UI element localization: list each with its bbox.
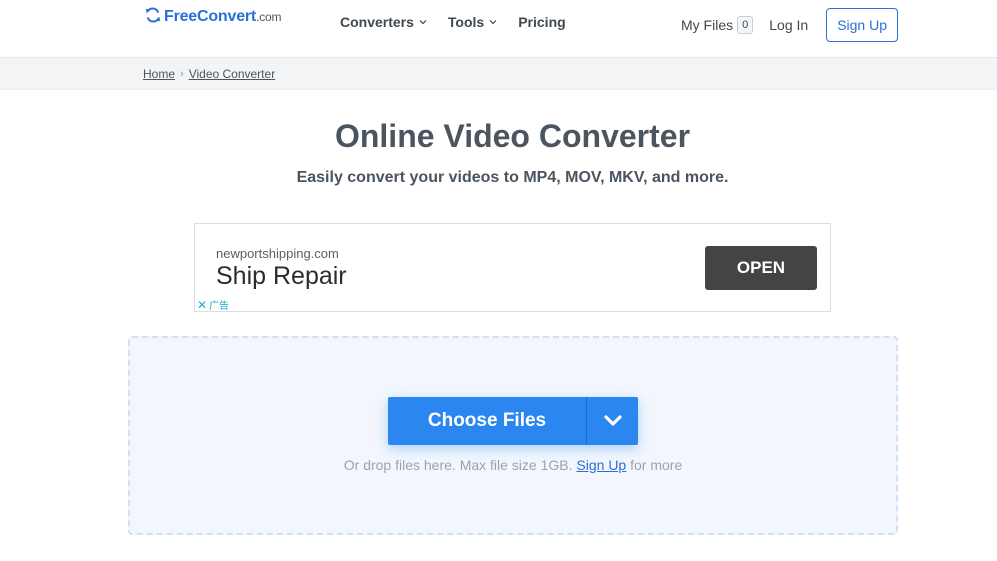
my-files-link[interactable]: My Files 0 [681,16,754,34]
nav-converters[interactable]: Converters [340,14,428,30]
drop-hint-suffix: for more [630,457,683,473]
nav-converters-label: Converters [340,14,414,30]
logo-brand: FreeConvert [164,8,257,25]
logo-text: FreeConvert.com [164,8,281,26]
file-dropzone[interactable]: Choose Files Or drop files here. Max fil… [128,336,898,535]
refresh-arrows-icon [144,6,162,29]
close-icon: ✕ [197,297,208,312]
page-subtitle: Easily convert your videos to MP4, MOV, … [296,169,729,186]
drop-hint-text: Or drop files here. Max file size 1GB. [343,457,573,473]
chevron-down-icon [419,20,427,25]
logo-suffix: .com [256,10,282,24]
freeconvert-logo[interactable]: FreeConvert.com [144,7,281,27]
top-header: FreeConvert.com Converters Tools Pricing… [0,0,997,58]
nav-tools[interactable]: Tools [448,14,498,30]
chevron-down-icon [489,20,497,25]
chevron-right-icon: › [180,68,184,80]
breadcrumb-bar: Home › Video Converter [0,58,997,90]
ad-headline: Ship Repair [216,262,347,290]
breadcrumb-home-link[interactable]: Home [143,67,175,81]
my-files-label: My Files [681,17,734,33]
signup-button[interactable]: Sign Up [826,8,898,42]
breadcrumb-current-link[interactable]: Video Converter [189,67,276,81]
nav-pricing[interactable]: Pricing [518,14,565,30]
ad-label: 广告 [209,301,230,312]
ad-open-button[interactable]: OPEN [705,246,817,290]
my-files-count-badge: 0 [737,16,754,34]
ad-domain: newportshipping.com [216,246,339,261]
drop-hint-signup-link[interactable]: Sign Up [576,457,626,473]
ad-close-button[interactable]: ✕ 广告 [197,297,230,313]
login-link[interactable]: Log In [769,17,808,33]
page-title: Online Video Converter [334,118,691,154]
nav-pricing-label: Pricing [518,14,566,30]
breadcrumb: Home › Video Converter [143,67,275,81]
main-nav: Converters Tools Pricing [340,14,586,30]
chevron-down-icon [603,415,622,426]
choose-files-button[interactable]: Choose Files [388,397,638,445]
drop-hint: Or drop files here. Max file size 1GB. S… [130,457,896,473]
ad-banner[interactable]: newportshipping.com Ship Repair OPEN ✕ 广… [194,223,831,312]
choose-files-label: Choose Files [388,397,587,445]
nav-tools-label: Tools [447,14,485,30]
source-dropdown-toggle[interactable] [587,397,638,445]
account-nav: My Files 0 Log In Sign Up [681,8,898,42]
